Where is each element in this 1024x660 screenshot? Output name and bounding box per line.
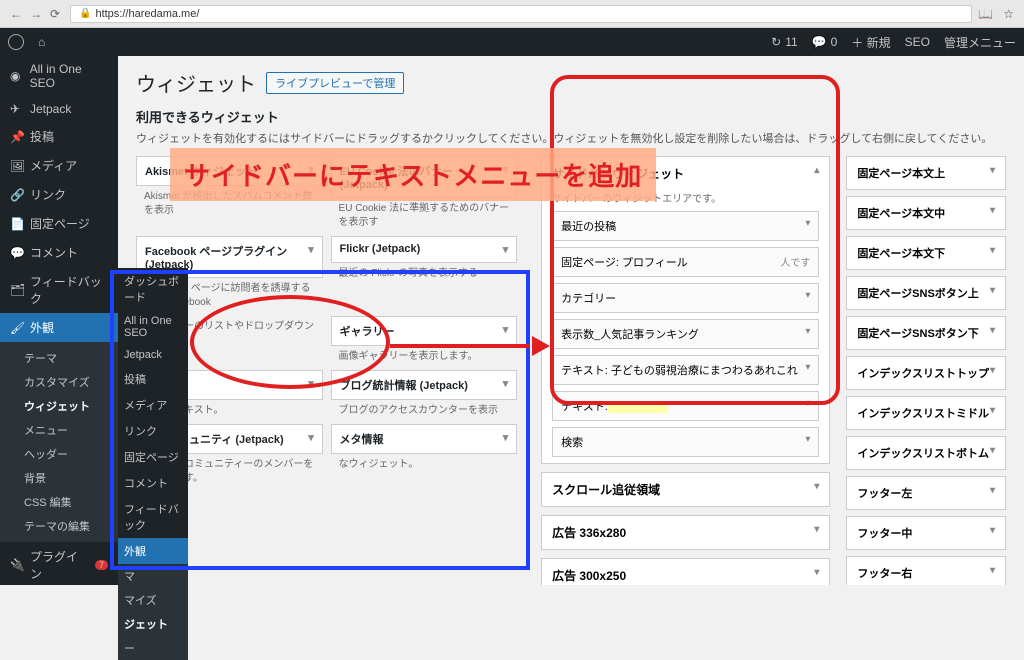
mgr-link[interactable]: 管理メニュー (944, 34, 1016, 51)
sidebar-subitem[interactable]: CSS 編集 (18, 490, 118, 514)
sidebar-item[interactable]: 🗂フィードバック (0, 267, 118, 313)
forward-icon[interactable]: → (30, 7, 44, 21)
site-home[interactable]: ⌂ (38, 35, 45, 49)
reader-icon[interactable]: 📖 (978, 7, 993, 21)
sidebar-subitem[interactable]: テーマ (18, 346, 118, 370)
available-widget[interactable]: ギャラリー▾画像ギャラリーを表示します。 (331, 316, 518, 368)
widget-area-collapsed[interactable]: 広告 300x250▾ (541, 558, 830, 585)
content-area: ウィジェット ライブプレビューで管理 利用できるウィジェット ウィジェットを有効… (118, 56, 1024, 585)
lock-icon: 🔒 (79, 8, 91, 19)
widget-area-collapsed[interactable]: 固定ページ本文上▾ (846, 156, 1006, 190)
chevron-up-icon: ▴ (814, 165, 819, 182)
wp-logo-icon[interactable] (8, 34, 24, 50)
overlay-item[interactable]: フィードバック (118, 496, 188, 538)
seo-link[interactable]: SEO (905, 35, 930, 49)
wp-admin-bar: ⌂ ↻ 11 💬 0 ＋ 新規 SEO 管理メニュー (0, 28, 1024, 56)
sidebar-overlay: ダッシュボードAll in One SEOJetpack投稿メディアリンク固定ペ… (118, 268, 188, 660)
address-bar[interactable]: 🔒 https://haredama.me/ (70, 5, 972, 23)
sidebar-subitem[interactable]: 背景 (18, 466, 118, 490)
comments-count[interactable]: 💬 0 (812, 35, 838, 49)
widget-area-collapsed[interactable]: フッター左▾ (846, 476, 1006, 510)
overlay-item[interactable]: リンク (118, 418, 188, 444)
placed-widget[interactable]: テキスト: 子どもの弱視治療にまつわるあれこれ▾ (552, 355, 819, 385)
placed-widget[interactable]: テキスト: ▾ (552, 391, 819, 421)
widget-areas-right-column: 固定ページ本文上▾ 固定ページ本文中▾ 固定ページ本文下▾ 固定ページSNSボタン上▾… (846, 156, 1006, 585)
widget-area-collapsed[interactable]: インデックスリストボトム▾ (846, 436, 1006, 470)
sidebar-item[interactable]: 💬コメント (0, 238, 118, 267)
widget-area-collapsed[interactable]: 固定ページ本文下▾ (846, 236, 1006, 270)
browser-toolbar: ← → ⟳ 🔒 https://haredama.me/ 📖 ☆ (0, 0, 1024, 28)
widget-area-collapsed[interactable]: インデックスリストミドル▾ (846, 396, 1006, 430)
sidebar-item[interactable]: 🔌プラグイン7 (0, 542, 118, 585)
live-preview-button[interactable]: ライブプレビューで管理 (266, 72, 404, 94)
overlay-item[interactable]: 投稿 (118, 366, 188, 392)
widget-area-collapsed[interactable]: インデックスリストトップ▾ (846, 356, 1006, 390)
placed-widget[interactable]: 表示数_人気記事ランキング▾ (552, 319, 819, 349)
overlay-item[interactable]: 固定ページ (118, 444, 188, 470)
overlay-item[interactable]: Jetpack (118, 344, 188, 366)
overlay-item[interactable]: ダッシュボード (118, 268, 188, 310)
overlay-subitem[interactable]: ジェット (118, 612, 188, 636)
sidebar-item[interactable]: ◉All in One SEO (0, 56, 118, 96)
sidebar-item[interactable]: 🔗リンク (0, 180, 118, 209)
annotation-text: サイドバーにテキストメニューを追加 (170, 148, 656, 201)
overlay-item-active[interactable]: 外観 (118, 538, 188, 564)
updates-count[interactable]: ↻ 11 (771, 35, 798, 49)
sidebar-item[interactable]: 📌投稿 (0, 122, 118, 151)
widget-areas-column: サイドバーウィジェット▴ サイドバーのウィジットエリアです。 最近の投稿▾固定ペ… (541, 156, 830, 585)
placed-widget[interactable]: 検索▾ (552, 427, 819, 457)
overlay-item[interactable]: All in One SEO (118, 310, 188, 344)
widget-area-collapsed[interactable]: フッター中▾ (846, 516, 1006, 550)
sidebar-widget-area: サイドバーウィジェット▴ サイドバーのウィジットエリアです。 最近の投稿▾固定ペ… (541, 156, 830, 464)
widget-area-collapsed[interactable]: フッター右▾ (846, 556, 1006, 585)
sidebar-item[interactable]: 📄固定ページ (0, 209, 118, 238)
overlay-item[interactable]: メディア (118, 392, 188, 418)
widget-area-collapsed[interactable]: スクロール追従領域▾ (541, 472, 830, 507)
overlay-subitem[interactable]: マイズ (118, 588, 188, 612)
sidebar-item[interactable]: 🖌外観 (0, 313, 118, 342)
star-icon[interactable]: ☆ (1003, 7, 1014, 21)
sidebar-item[interactable]: 🖼メディア (0, 151, 118, 180)
url-text: https://haredama.me/ (95, 8, 199, 20)
placed-widget[interactable]: 固定ページ: プロフィール人です (552, 247, 819, 277)
sidebar-item[interactable]: ✈Jetpack (0, 96, 118, 122)
placed-widget[interactable]: カテゴリー▾ (552, 283, 819, 313)
available-widgets-column: Akismet ウィジェット▾Akismet が検出したスパムコメント数を表示E… (136, 156, 525, 585)
widget-area-collapsed[interactable]: 広告 336x280▾ (541, 515, 830, 550)
sidebar-subitem[interactable]: ヘッダー (18, 442, 118, 466)
sidebar-subitem[interactable]: ウィジェット (18, 394, 118, 418)
widget-area-collapsed[interactable]: 固定ページ本文中▾ (846, 196, 1006, 230)
new-link[interactable]: ＋ 新規 (851, 34, 890, 51)
sidebar-subitem[interactable]: カスタマイズ (18, 370, 118, 394)
available-widget[interactable]: Flickr (Jetpack)▾最近の Flickr の写真を表示する (331, 236, 518, 314)
overlay-subitem[interactable]: ー (118, 636, 188, 660)
admin-sidebar: ◉All in One SEO✈Jetpack📌投稿🖼メディア🔗リンク📄固定ペー… (0, 56, 118, 585)
available-widget[interactable]: メタ情報▾なウィジェット。 (331, 424, 518, 490)
placed-widget[interactable]: 最近の投稿▾ (552, 211, 819, 241)
available-widget[interactable]: ブログ統計情報 (Jetpack)▾ブログのアクセスカウンターを表示 (331, 370, 518, 422)
overlay-item[interactable]: コメント (118, 470, 188, 496)
available-widgets-desc: ウィジェットを有効化するにはサイドバーにドラッグするかクリックしてください。ウィ… (136, 130, 1006, 146)
back-icon[interactable]: ← (10, 7, 24, 21)
sidebar-subitem[interactable]: メニュー (18, 418, 118, 442)
sidebar-subitem[interactable]: テーマの編集 (18, 514, 118, 538)
widget-area-collapsed[interactable]: 固定ページSNSボタン上▾ (846, 276, 1006, 310)
available-widgets-heading: 利用できるウィジェット (136, 107, 1006, 126)
page-title: ウィジェット ライブプレビューで管理 (136, 68, 1006, 97)
overlay-subitem[interactable]: マ (118, 564, 188, 588)
widget-area-collapsed[interactable]: 固定ページSNSボタン下▾ (846, 316, 1006, 350)
reload-icon[interactable]: ⟳ (50, 7, 64, 21)
